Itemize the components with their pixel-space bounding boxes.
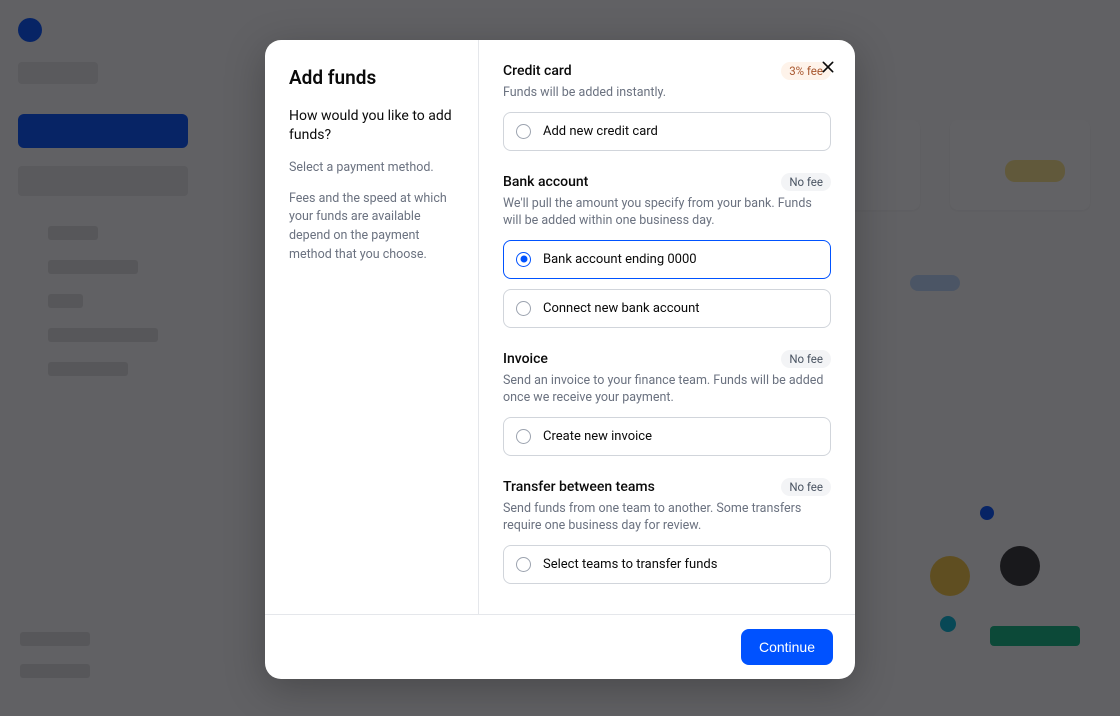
section-transfer: Transfer between teams No fee Send funds… bbox=[503, 478, 831, 584]
radio-icon bbox=[516, 557, 531, 572]
radio-icon bbox=[516, 252, 531, 267]
section-title: Transfer between teams bbox=[503, 479, 655, 495]
fee-badge: No fee bbox=[781, 173, 831, 191]
option-select-teams[interactable]: Select teams to transfer funds bbox=[503, 545, 831, 584]
section-title: Bank account bbox=[503, 174, 588, 190]
modal-right-panel: Credit card 3% fee Funds will be added i… bbox=[479, 40, 855, 614]
continue-button[interactable]: Continue bbox=[741, 629, 833, 665]
section-description: Send an invoice to your finance team. Fu… bbox=[503, 372, 831, 407]
option-bank-ending[interactable]: Bank account ending 0000 bbox=[503, 240, 831, 279]
fee-badge: No fee bbox=[781, 350, 831, 368]
section-bank-account: Bank account No fee We'll pull the amoun… bbox=[503, 173, 831, 328]
radio-icon bbox=[516, 124, 531, 139]
option-label: Select teams to transfer funds bbox=[543, 557, 717, 572]
section-title: Credit card bbox=[503, 63, 572, 79]
close-button[interactable] bbox=[817, 56, 839, 78]
option-connect-bank[interactable]: Connect new bank account bbox=[503, 289, 831, 328]
option-label: Create new invoice bbox=[543, 429, 652, 444]
modal-subtitle: How would you like to add funds? bbox=[289, 107, 454, 145]
modal-disclaimer: Fees and the speed at which your funds a… bbox=[289, 190, 454, 265]
option-create-invoice[interactable]: Create new invoice bbox=[503, 417, 831, 456]
section-description: Funds will be added instantly. bbox=[503, 84, 831, 102]
section-invoice: Invoice No fee Send an invoice to your f… bbox=[503, 350, 831, 456]
modal-title: Add funds bbox=[289, 66, 454, 89]
option-add-credit-card[interactable]: Add new credit card bbox=[503, 112, 831, 151]
close-icon bbox=[820, 59, 836, 75]
modal-footer: Continue bbox=[265, 614, 855, 679]
section-title: Invoice bbox=[503, 351, 548, 367]
section-description: We'll pull the amount you specify from y… bbox=[503, 195, 831, 230]
option-label: Add new credit card bbox=[543, 124, 658, 139]
option-label: Connect new bank account bbox=[543, 301, 700, 316]
fee-badge: No fee bbox=[781, 478, 831, 496]
radio-icon bbox=[516, 429, 531, 444]
add-funds-modal: Add funds How would you like to add fund… bbox=[265, 40, 855, 679]
section-description: Send funds from one team to another. Som… bbox=[503, 500, 831, 535]
modal-left-panel: Add funds How would you like to add fund… bbox=[265, 40, 478, 614]
option-label: Bank account ending 0000 bbox=[543, 252, 697, 267]
modal-instruction: Select a payment method. bbox=[289, 159, 454, 178]
section-credit-card: Credit card 3% fee Funds will be added i… bbox=[503, 62, 831, 151]
radio-icon bbox=[516, 301, 531, 316]
